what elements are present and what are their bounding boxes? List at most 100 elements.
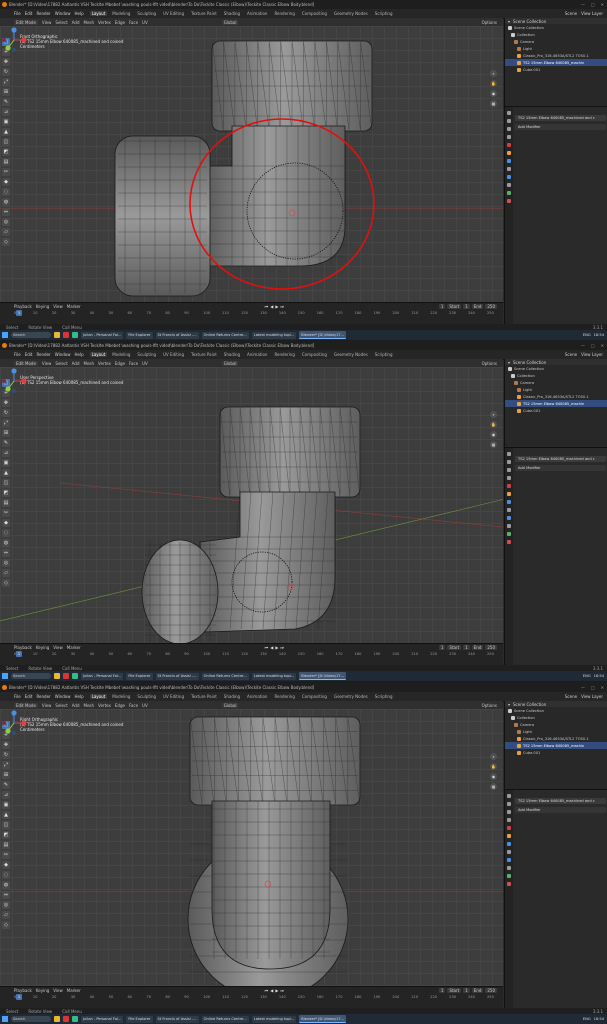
menu-select[interactable]: Select (55, 703, 67, 708)
object-tab-icon[interactable] (507, 834, 511, 838)
windows-start-icon[interactable] (2, 332, 8, 338)
outliner-row[interactable]: Light (505, 728, 607, 735)
inset-tool-icon[interactable]: ◫ (2, 479, 10, 487)
add-cube-tool-icon[interactable]: ▣ (2, 459, 10, 467)
tab-scripting[interactable]: Scripting (373, 694, 395, 699)
outliner-row[interactable]: Cube.001 (505, 749, 607, 756)
world-tab-icon[interactable] (507, 484, 511, 488)
smooth-tool-icon[interactable]: ◍ (2, 198, 10, 206)
menu-uv[interactable]: UV (142, 703, 148, 708)
poly-build-tool-icon[interactable]: ◆ (2, 861, 10, 869)
loop-cut-tool-icon[interactable]: ▤ (2, 841, 10, 849)
browser-pin-icon[interactable] (72, 673, 78, 679)
output-tab-icon[interactable] (507, 468, 511, 472)
folder-icon[interactable] (54, 1016, 60, 1022)
menu-edit[interactable]: Edit (25, 352, 33, 357)
tab-shading[interactable]: Shading (222, 694, 242, 699)
knife-tool-icon[interactable]: ✂ (2, 851, 10, 859)
options-dropdown[interactable]: Options (482, 361, 503, 366)
edge-slide-tool-icon[interactable]: ⇔ (2, 891, 10, 899)
tab-modeling[interactable]: Modeling (110, 694, 132, 699)
material-tab-icon[interactable] (507, 882, 511, 886)
taskbar-app[interactable]: File Explorer (126, 1015, 153, 1023)
tab-uv-editing[interactable]: UV Editing (161, 352, 186, 357)
move-tool-icon[interactable]: ✥ (2, 58, 10, 66)
transform-tool-icon[interactable]: ⊞ (2, 429, 10, 437)
scene-selector[interactable]: Scene (565, 694, 577, 699)
tab-compositing[interactable]: Compositing (300, 352, 329, 357)
menu-render[interactable]: Render (36, 352, 50, 357)
tab-rendering[interactable]: Rendering (272, 352, 296, 357)
modifier-tab-icon[interactable] (507, 159, 511, 163)
app-pin-icon[interactable] (63, 1016, 69, 1022)
current-frame-field[interactable]: 1 (438, 645, 446, 650)
move-tool-icon[interactable]: ✥ (2, 741, 10, 749)
edge-slide-tool-icon[interactable]: ⇔ (2, 549, 10, 557)
menu-file[interactable]: File (14, 352, 21, 357)
shear-tool-icon[interactable]: ▱ (2, 911, 10, 919)
tab-animation[interactable]: Animation (245, 694, 269, 699)
menu-playback[interactable]: Playback (14, 304, 32, 309)
shrink-fatten-tool-icon[interactable]: ◎ (2, 218, 10, 226)
render-tab-icon[interactable] (507, 460, 511, 464)
outliner-row[interactable]: Scene Collection (505, 24, 607, 31)
pan-hand-icon[interactable]: ✋ (490, 421, 497, 428)
tab-shading[interactable]: Shading (222, 11, 242, 16)
mesh-view[interactable] (0, 26, 503, 302)
menu-add[interactable]: Add (72, 20, 80, 25)
windows-start-icon[interactable] (2, 673, 8, 679)
shrink-fatten-tool-icon[interactable]: ◎ (2, 559, 10, 567)
window-controls[interactable]: — □ ✕ (581, 2, 607, 7)
add-modifier-button[interactable]: Add Modifier (515, 124, 606, 130)
outliner-row[interactable]: Cube.001 (505, 66, 607, 73)
app-pin-icon[interactable] (63, 332, 69, 338)
tab-rendering[interactable]: Rendering (272, 11, 296, 16)
mesh-view[interactable] (0, 709, 503, 986)
transform-tool-icon[interactable]: ⊞ (2, 771, 10, 779)
tab-texture-paint[interactable]: Texture Paint (189, 694, 219, 699)
constraints-tab-icon[interactable] (507, 183, 511, 187)
inset-tool-icon[interactable]: ◫ (2, 138, 10, 146)
tab-geometry-nodes[interactable]: Geometry Nodes (332, 694, 370, 699)
transform-tool-icon[interactable]: ⊞ (2, 88, 10, 96)
outliner-row[interactable]: TS2 15mm Elbow 640085_machin (505, 742, 607, 749)
play-icon[interactable]: ▶ (275, 645, 278, 650)
shear-tool-icon[interactable]: ▱ (2, 228, 10, 236)
render-tab-icon[interactable] (507, 119, 511, 123)
pan-hand-icon[interactable]: ✋ (490, 80, 497, 87)
menu-window[interactable]: Window (55, 694, 71, 699)
tab-uv-editing[interactable]: UV Editing (161, 694, 186, 699)
windows-start-icon[interactable] (2, 1016, 8, 1022)
3d-viewport[interactable]: Front Orthographic (1) TS2 15mm Elbow 64… (0, 26, 503, 302)
tab-layout[interactable]: Layout (89, 11, 108, 16)
data-tab-icon[interactable] (507, 191, 511, 195)
outliner-row[interactable]: TS2 15mm Elbow 640085_machin (505, 59, 607, 66)
taskbar-search[interactable]: Search (11, 673, 51, 679)
scale-tool-icon[interactable]: ⤢ (2, 419, 10, 427)
data-tab-icon[interactable] (507, 874, 511, 878)
add-cube-tool-icon[interactable]: ▣ (2, 118, 10, 126)
minimize-button[interactable]: — (581, 2, 585, 7)
view-layer-selector[interactable]: View Layer (581, 11, 603, 16)
add-cube-tool-icon[interactable]: ▣ (2, 801, 10, 809)
3d-viewport[interactable]: User Perspective (1) TS2 15mm Elbow 6400… (0, 367, 503, 643)
outliner-row[interactable]: TS2 15mm Elbow 640085_machin (505, 400, 607, 407)
menu-file[interactable]: File (14, 694, 21, 699)
mode-dropdown[interactable]: Edit Mode (14, 19, 38, 25)
zoom-icon[interactable]: ⌕ (490, 70, 497, 77)
outliner-row[interactable]: Classic_Pro_316-4653A/STL2 TOS0-1 (505, 735, 607, 742)
taskbar-app[interactable]: Online Returns Centre... (201, 1015, 249, 1023)
rip-region-tool-icon[interactable]: ◇ (2, 579, 10, 587)
output-tab-icon[interactable] (507, 810, 511, 814)
outliner-row[interactable]: Collection (505, 31, 607, 38)
menu-timeline-view[interactable]: View (53, 304, 63, 309)
playhead[interactable]: 1 (16, 994, 22, 1000)
knife-tool-icon[interactable]: ✂ (2, 509, 10, 517)
outliner-row[interactable]: Scene Collection (505, 707, 607, 714)
outliner-row[interactable]: Collection (505, 372, 607, 379)
tab-shading[interactable]: Shading (222, 352, 242, 357)
rotate-tool-icon[interactable]: ↻ (2, 409, 10, 417)
object-tab-icon[interactable] (507, 151, 511, 155)
tab-texture-paint[interactable]: Texture Paint (189, 352, 219, 357)
tab-texture-paint[interactable]: Texture Paint (189, 11, 219, 16)
